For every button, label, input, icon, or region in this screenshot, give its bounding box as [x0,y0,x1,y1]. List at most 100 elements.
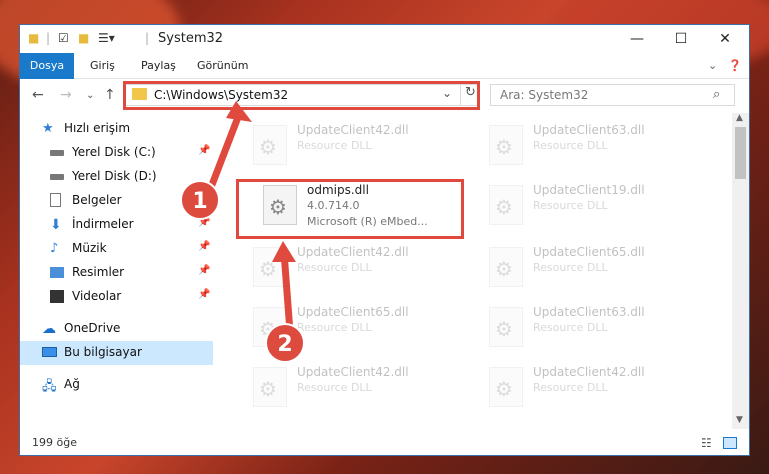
file-list: UpdateClient42.dll Resource DLL UpdateCl… [215,113,731,423]
separator: | [145,31,150,45]
dll-file-icon [253,125,287,165]
sidebar-item-network[interactable]: 🖧 Ağ [20,373,213,397]
sidebar-item-label: Videolar [72,289,122,303]
sidebar-item-label: Bu bilgisayar [64,345,142,359]
ribbon-expand-icon[interactable]: ⌄ [708,53,717,78]
up-arrow-icon[interactable]: ↑ [104,87,116,103]
music-icon: ♪ [50,241,59,256]
large-icons-view-icon[interactable] [723,437,737,449]
file-description: Resource DLL [533,139,608,152]
title-bar: ■ | ☑ ■ ☰▾ | System32 — ☐ ✕ [20,25,749,53]
pin-icon[interactable]: 📌 [198,289,210,300]
dll-file-icon [489,367,523,407]
file-item[interactable]: UpdateClient42.dll Resource DLL [247,243,472,295]
search-box[interactable]: Ara: System32 ⌕ [490,84,735,106]
pin-icon[interactable]: 📌 [198,145,210,156]
dll-file-icon [253,247,287,287]
scrollbar-thumb[interactable] [735,127,746,179]
tab-giris[interactable]: Giriş [90,53,115,78]
dll-file-icon [489,247,523,287]
vertical-scrollbar[interactable]: ▲ ▼ [732,113,749,429]
file-highlight [236,179,464,239]
file-name: UpdateClient42.dll [297,245,409,259]
folder-icon: ■ [28,31,40,45]
file-item[interactable]: UpdateClient19.dll Resource DLL [483,181,708,233]
search-icon[interactable]: ⌕ [713,87,720,102]
drive-icon [50,150,64,156]
sidebar-item-videos[interactable]: Videolar 📌 [20,285,213,309]
recent-locations-chevron-icon[interactable]: ⌄ [86,90,94,101]
file-name: UpdateClient42.dll [297,123,409,137]
sidebar-item-music[interactable]: ♪ Müzik 📌 [20,237,213,261]
dll-file-icon [489,125,523,165]
separator: | [46,31,51,45]
dll-file-icon [489,185,523,225]
file-name: UpdateClient63.dll [533,123,645,137]
back-arrow-icon[interactable]: ← [32,87,44,103]
file-item[interactable]: UpdateClient42.dll Resource DLL [483,363,708,415]
sidebar-item-local-disk-c[interactable]: Yerel Disk (C:) 📌 [20,141,213,165]
pictures-icon [50,267,64,278]
quick-access-customize-icon[interactable]: ☰▾ [98,31,115,47]
ribbon-tabs: Dosya Giriş Paylaş Görünüm ⌄ ❓ [20,53,749,105]
dll-file-icon [253,367,287,407]
file-item[interactable]: UpdateClient63.dll Resource DLL [483,303,708,355]
properties-icon[interactable]: ☑ [58,31,69,47]
file-description: Resource DLL [533,199,608,212]
new-folder-icon[interactable]: ■ [78,31,89,47]
sidebar-item-label: Yerel Disk (D:) [72,169,157,183]
file-name: UpdateClient19.dll [533,183,645,197]
file-name: UpdateClient42.dll [297,365,409,379]
computer-icon [42,347,57,357]
sidebar-item-label: Müzik [72,241,107,255]
callout-badge-2: 2 [265,323,305,363]
video-icon [50,290,64,303]
star-icon: ★ [42,121,54,136]
file-description: Resource DLL [297,261,372,274]
forward-arrow-icon[interactable]: → [60,87,72,103]
sidebar-item-label: OneDrive [64,321,121,335]
sidebar-item-label: Belgeler [72,193,122,207]
navigation-pane: ★ Hızlı erişim Yerel Disk (C:) 📌 Yerel D… [20,113,213,423]
tab-paylas[interactable]: Paylaş [141,53,176,78]
help-icon[interactable]: ❓ [728,53,742,78]
sidebar-item-quick-access[interactable]: ★ Hızlı erişim [20,117,213,141]
file-description: Resource DLL [533,321,608,334]
sidebar-item-local-disk-d[interactable]: Yerel Disk (D:) [20,165,213,189]
sidebar-item-downloads[interactable]: ⬇ İndirmeler 📌 [20,213,213,237]
file-item[interactable]: UpdateClient65.dll Resource DLL [483,243,708,295]
download-icon: ⬇ [50,217,62,233]
maximize-button[interactable]: ☐ [658,25,704,53]
scroll-up-icon[interactable]: ▲ [736,113,743,123]
pin-icon[interactable]: 📌 [198,241,210,252]
tab-gorunum[interactable]: Görünüm [197,53,248,78]
file-description: Resource DLL [297,139,372,152]
sidebar-item-this-pc[interactable]: Bu bilgisayar [20,341,213,365]
close-button[interactable]: ✕ [702,25,748,53]
file-item[interactable]: UpdateClient42.dll Resource DLL [247,121,472,173]
dll-file-icon [489,307,523,347]
sidebar-item-label: Resimler [72,265,125,279]
file-description: Resource DLL [533,261,608,274]
sidebar-item-onedrive[interactable]: ☁ OneDrive [20,317,213,341]
file-name: UpdateClient42.dll [533,365,645,379]
file-description: Resource DLL [297,381,372,394]
sidebar-item-label: İndirmeler [72,217,134,231]
file-name: UpdateClient65.dll [533,245,645,259]
file-description: Resource DLL [533,381,608,394]
pin-icon[interactable]: 📌 [198,265,210,276]
drive-icon [50,174,64,180]
sidebar-item-label: Ağ [64,377,80,391]
scroll-down-icon[interactable]: ▼ [736,415,743,425]
status-bar: 199 öğe ☷ [20,431,749,455]
sidebar-item-pictures[interactable]: Resimler 📌 [20,261,213,285]
file-description: Resource DLL [297,321,372,334]
details-view-icon[interactable]: ☷ [701,436,712,450]
file-item[interactable]: UpdateClient63.dll Resource DLL [483,121,708,173]
callout-badge-1: 1 [180,180,220,220]
cloud-icon: ☁ [42,321,56,337]
minimize-button[interactable]: — [614,25,660,53]
sidebar-item-label: Yerel Disk (C:) [72,145,156,159]
file-item[interactable]: UpdateClient42.dll Resource DLL [247,363,472,415]
network-icon: 🖧 [42,379,57,394]
